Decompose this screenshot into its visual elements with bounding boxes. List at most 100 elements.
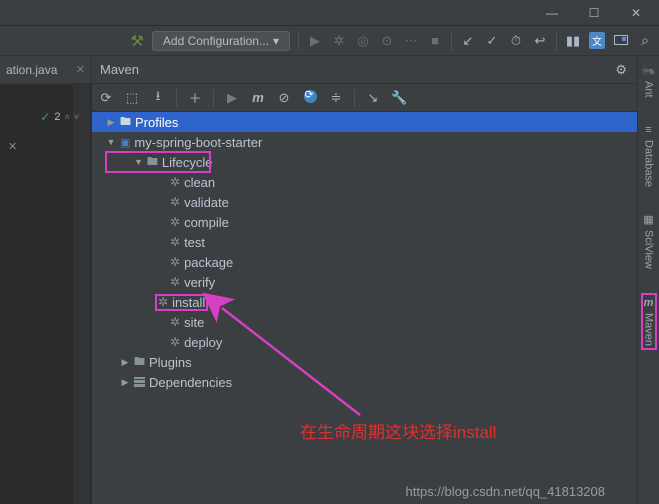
gear-icon: ✲ xyxy=(170,215,180,229)
gear-icon: ✲ xyxy=(170,315,180,329)
generate-sources-icon[interactable]: ⬚ xyxy=(124,90,140,106)
maven-tree[interactable]: 🖿 Profiles ▣ my-spring-boot-starter 🖿 Li… xyxy=(92,112,659,504)
maven-icon: m xyxy=(644,297,654,309)
translate-icon[interactable]: 文 xyxy=(589,32,605,49)
coverage-icon[interactable]: ◎ xyxy=(355,33,371,49)
close-panel-icon[interactable]: ✕ xyxy=(8,140,17,153)
execute-maven-icon[interactable]: m xyxy=(250,90,266,105)
tree-goal-package[interactable]: ✲package xyxy=(92,252,659,272)
tree-node-plugins[interactable]: 🖿 Plugins xyxy=(92,352,659,372)
run-icon[interactable]: ▶ xyxy=(307,33,323,49)
tree-label: Lifecycle xyxy=(162,155,213,170)
folder-icon: 🖿 xyxy=(134,353,145,372)
database-icon: ≡ xyxy=(645,124,651,136)
gear-icon: ✲ xyxy=(170,195,180,209)
tree-label: compile xyxy=(184,215,229,230)
tree-goal-install[interactable]: ✲ install xyxy=(92,292,659,312)
tree-label: Dependencies xyxy=(149,375,232,390)
maven-toolbar: ⟳ ⬚ ⭳ ＋ ▶ m ⊘ ≑ ↘ 🔧 xyxy=(92,84,659,112)
ant-icon: 🐜 xyxy=(642,64,656,77)
show-dependencies-icon[interactable]: ≑ xyxy=(328,90,344,106)
tree-goal-deploy[interactable]: ✲deploy xyxy=(92,332,659,352)
gear-icon: ✲ xyxy=(170,275,180,289)
chevron-down-icon: ˅ xyxy=(74,112,79,122)
expand-arrow-icon[interactable] xyxy=(120,357,130,368)
maven-title: Maven xyxy=(100,62,615,77)
stop-icon[interactable]: ■ xyxy=(427,33,443,48)
maven-settings-icon[interactable]: 🔧 xyxy=(391,90,407,106)
gear-icon: ✲ xyxy=(158,295,168,309)
presentation-icon[interactable] xyxy=(613,33,629,48)
toggle-offline-icon[interactable] xyxy=(302,90,318,106)
separator xyxy=(451,32,452,50)
git-revert-icon[interactable]: ↩ xyxy=(532,33,548,49)
tree-node-lifecycle[interactable]: 🖿 Lifecycle xyxy=(106,152,210,172)
rail-database[interactable]: ≡Database xyxy=(643,124,655,187)
tree-goal-site[interactable]: ✲site xyxy=(92,312,659,332)
collapse-all-icon[interactable]: ↘ xyxy=(365,90,381,106)
gear-icon: ✲ xyxy=(170,175,180,189)
expand-arrow-icon[interactable] xyxy=(106,117,116,128)
git-commit-icon[interactable]: ✓ xyxy=(484,33,500,49)
download-sources-icon[interactable]: ⭳ xyxy=(150,87,166,109)
expand-arrow-icon[interactable] xyxy=(120,377,130,388)
build-icon[interactable]: ⚒ xyxy=(130,32,143,50)
chevron-down-icon: ▾ xyxy=(273,34,279,48)
rail-sciview[interactable]: ▦SciView xyxy=(643,213,655,269)
rail-maven[interactable]: mMaven xyxy=(643,295,655,348)
annotation-text: 在生命周期这块选择install xyxy=(300,418,496,443)
attach-icon[interactable]: ⋯ xyxy=(403,33,419,49)
module-icon: ▣ xyxy=(120,136,130,149)
expand-arrow-icon[interactable] xyxy=(134,157,143,167)
run-goal-icon[interactable]: ▶ xyxy=(224,90,240,106)
editor-body[interactable]: ✓ 2 ˄ ˅ ✕ xyxy=(0,84,91,504)
window-minimize-button[interactable]: — xyxy=(545,6,559,20)
rail-ant[interactable]: 🐜Ant xyxy=(642,64,656,98)
gear-icon: ✲ xyxy=(170,235,180,249)
add-project-icon[interactable]: ＋ xyxy=(187,88,203,107)
maven-header: Maven ⚙ — xyxy=(92,56,659,84)
separator xyxy=(556,32,557,50)
dependencies-icon xyxy=(134,377,145,387)
git-history-icon[interactable]: ⏱ xyxy=(508,33,524,49)
debug-icon[interactable]: ✲ xyxy=(331,33,347,49)
structure-icon[interactable]: ▮▮ xyxy=(565,33,581,49)
editor-column: ation.java ✕ ✓ 2 ˄ ˅ ✕ xyxy=(0,56,91,504)
tree-goal-compile[interactable]: ✲ compile xyxy=(92,212,659,232)
window-titlebar: — ☐ ✕ xyxy=(0,0,659,26)
tree-label: Profiles xyxy=(135,115,178,130)
tree-goal-clean[interactable]: ✲clean xyxy=(92,172,659,192)
tree-node-profiles[interactable]: 🖿 Profiles xyxy=(92,112,659,132)
settings-icon[interactable]: ⚙ xyxy=(615,62,627,78)
reload-icon[interactable]: ⟳ xyxy=(98,90,114,106)
close-tab-icon[interactable]: ✕ xyxy=(76,63,85,76)
right-tool-rail: 🐜Ant ≡Database ▦SciView mMaven xyxy=(637,56,659,504)
window-close-button[interactable]: ✕ xyxy=(629,6,643,20)
expand-arrow-icon[interactable] xyxy=(106,137,116,147)
tree-label: install xyxy=(172,295,205,310)
add-configuration-dropdown[interactable]: Add Configuration... ▾ xyxy=(152,31,290,51)
tree-label: Plugins xyxy=(149,355,192,370)
folder-icon: 🖿 xyxy=(120,113,131,132)
file-tab[interactable]: ation.java ✕ xyxy=(0,56,91,84)
tree-goal-test[interactable]: ✲ test xyxy=(92,232,659,252)
profile-icon[interactable]: ⊙ xyxy=(379,33,395,49)
inspection-badge[interactable]: ✓ 2 ˄ ˅ xyxy=(40,110,79,124)
tree-label: deploy xyxy=(184,335,222,350)
window-maximize-button[interactable]: ☐ xyxy=(587,6,601,20)
tree-label: package xyxy=(184,255,233,270)
tree-node-dependencies[interactable]: Dependencies xyxy=(92,372,659,392)
tree-goal-verify[interactable]: ✲verify xyxy=(92,272,659,292)
git-update-icon[interactable]: ↙ xyxy=(460,33,476,49)
check-icon: ✓ xyxy=(40,110,50,124)
toggle-skip-tests-icon[interactable]: ⊘ xyxy=(276,90,292,106)
tree-node-project[interactable]: ▣ my-spring-boot-starter xyxy=(92,132,659,152)
chevron-up-icon: ˄ xyxy=(64,112,69,122)
search-icon[interactable]: ⌕ xyxy=(637,32,653,49)
separator xyxy=(213,89,214,107)
main-toolbar: ⚒ Add Configuration... ▾ ▶ ✲ ◎ ⊙ ⋯ ■ ↙ ✓… xyxy=(0,26,659,56)
tree-label: test xyxy=(184,235,205,250)
tree-goal-validate[interactable]: ✲ validate xyxy=(92,192,659,212)
separator xyxy=(298,32,299,50)
tree-label: validate xyxy=(184,195,229,210)
